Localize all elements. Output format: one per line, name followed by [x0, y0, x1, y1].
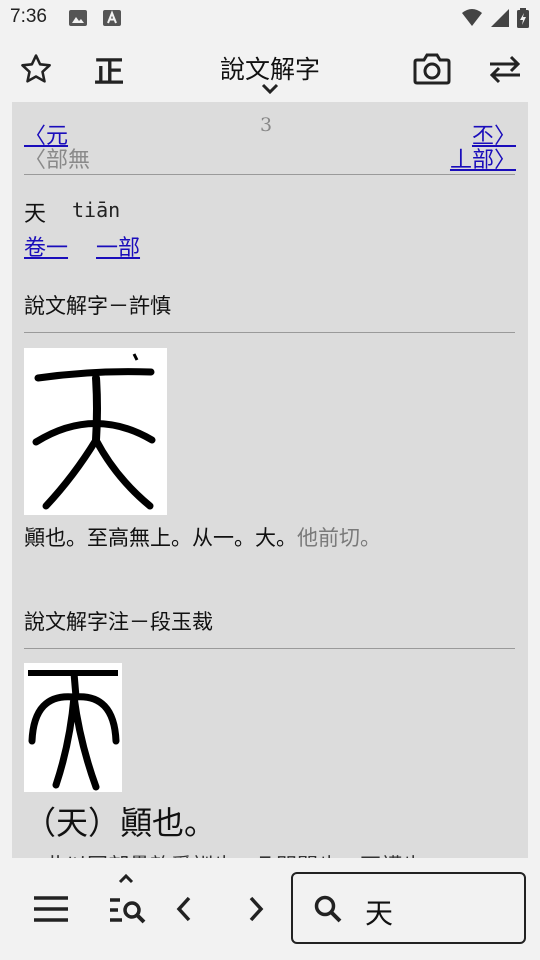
definition-text: 顚也。至高無上。从一。大。他前切。: [24, 522, 381, 552]
camera-button[interactable]: [408, 36, 456, 102]
annotation-headline: （天）顚也。: [24, 804, 217, 842]
annotation-text: 此以同部疊韵爲訓也。凡門聞也。戸護也。: [24, 850, 444, 858]
bottom-toolbar: 天: [0, 858, 540, 960]
wifi-icon: [462, 9, 482, 26]
chevron-down-icon[interactable]: [260, 82, 280, 96]
search-input-value[interactable]: 天: [365, 892, 393, 932]
divider: [24, 174, 515, 175]
divider: [24, 332, 515, 333]
section-title-duan: 說文解字注－段玉裁: [24, 610, 213, 634]
app-notification-icon: [103, 10, 121, 26]
seal-script-glyph-tian: [32, 353, 156, 510]
seal-script-glyph-tian-duan: [28, 670, 120, 791]
next-button[interactable]: [236, 888, 276, 930]
seal-script-image: [24, 348, 167, 515]
search-field[interactable]: 天: [291, 872, 526, 944]
volume-link[interactable]: 卷一: [24, 230, 68, 262]
top-toolbar: 正 說文解字: [0, 36, 540, 102]
status-bar: 7:36: [0, 0, 540, 36]
prev-radical-label: 〈部無: [24, 148, 91, 173]
divider: [24, 648, 515, 649]
entry-pinyin: tiān: [72, 198, 121, 222]
cell-signal-icon: [491, 9, 509, 27]
battery-icon: [517, 8, 529, 28]
section-title-shuowen: 說文解字－許慎: [24, 294, 171, 318]
swap-button[interactable]: [482, 36, 528, 102]
chevron-right-icon: [249, 896, 264, 922]
swap-arrows-icon: [489, 55, 521, 84]
image-notification-icon: [69, 10, 87, 26]
search-results-button[interactable]: [100, 868, 152, 934]
next-radical-link[interactable]: 丄部〉: [450, 142, 516, 174]
seal-script-image-duan: [24, 663, 122, 792]
hamburger-menu-icon: [34, 896, 68, 922]
previous-button[interactable]: [164, 888, 204, 930]
radical-link[interactable]: 一部: [96, 230, 140, 262]
entry-content: 〈元 〈部無 3 丕〉 丄部〉 天 tiān 卷一 一部 說文解字－許慎 顚也。…: [12, 102, 528, 858]
chevron-left-icon: [176, 896, 191, 922]
search-icon: [314, 895, 342, 923]
list-search-icon: [110, 873, 146, 924]
menu-button[interactable]: [26, 888, 76, 930]
book-title-dropdown[interactable]: 說文解字: [170, 50, 370, 86]
star-outline-icon: [21, 54, 51, 83]
favorite-button[interactable]: [12, 36, 60, 102]
camera-icon: [413, 53, 451, 85]
pronunciation-note: 他前切。: [297, 526, 381, 550]
definition-main: 顚也。至高無上。从一。大。: [24, 526, 297, 550]
standard-char-button[interactable]: 正: [86, 36, 132, 102]
status-time: 7:36: [10, 6, 47, 27]
page-number: 3: [260, 114, 273, 136]
entry-character: 天: [24, 202, 47, 227]
